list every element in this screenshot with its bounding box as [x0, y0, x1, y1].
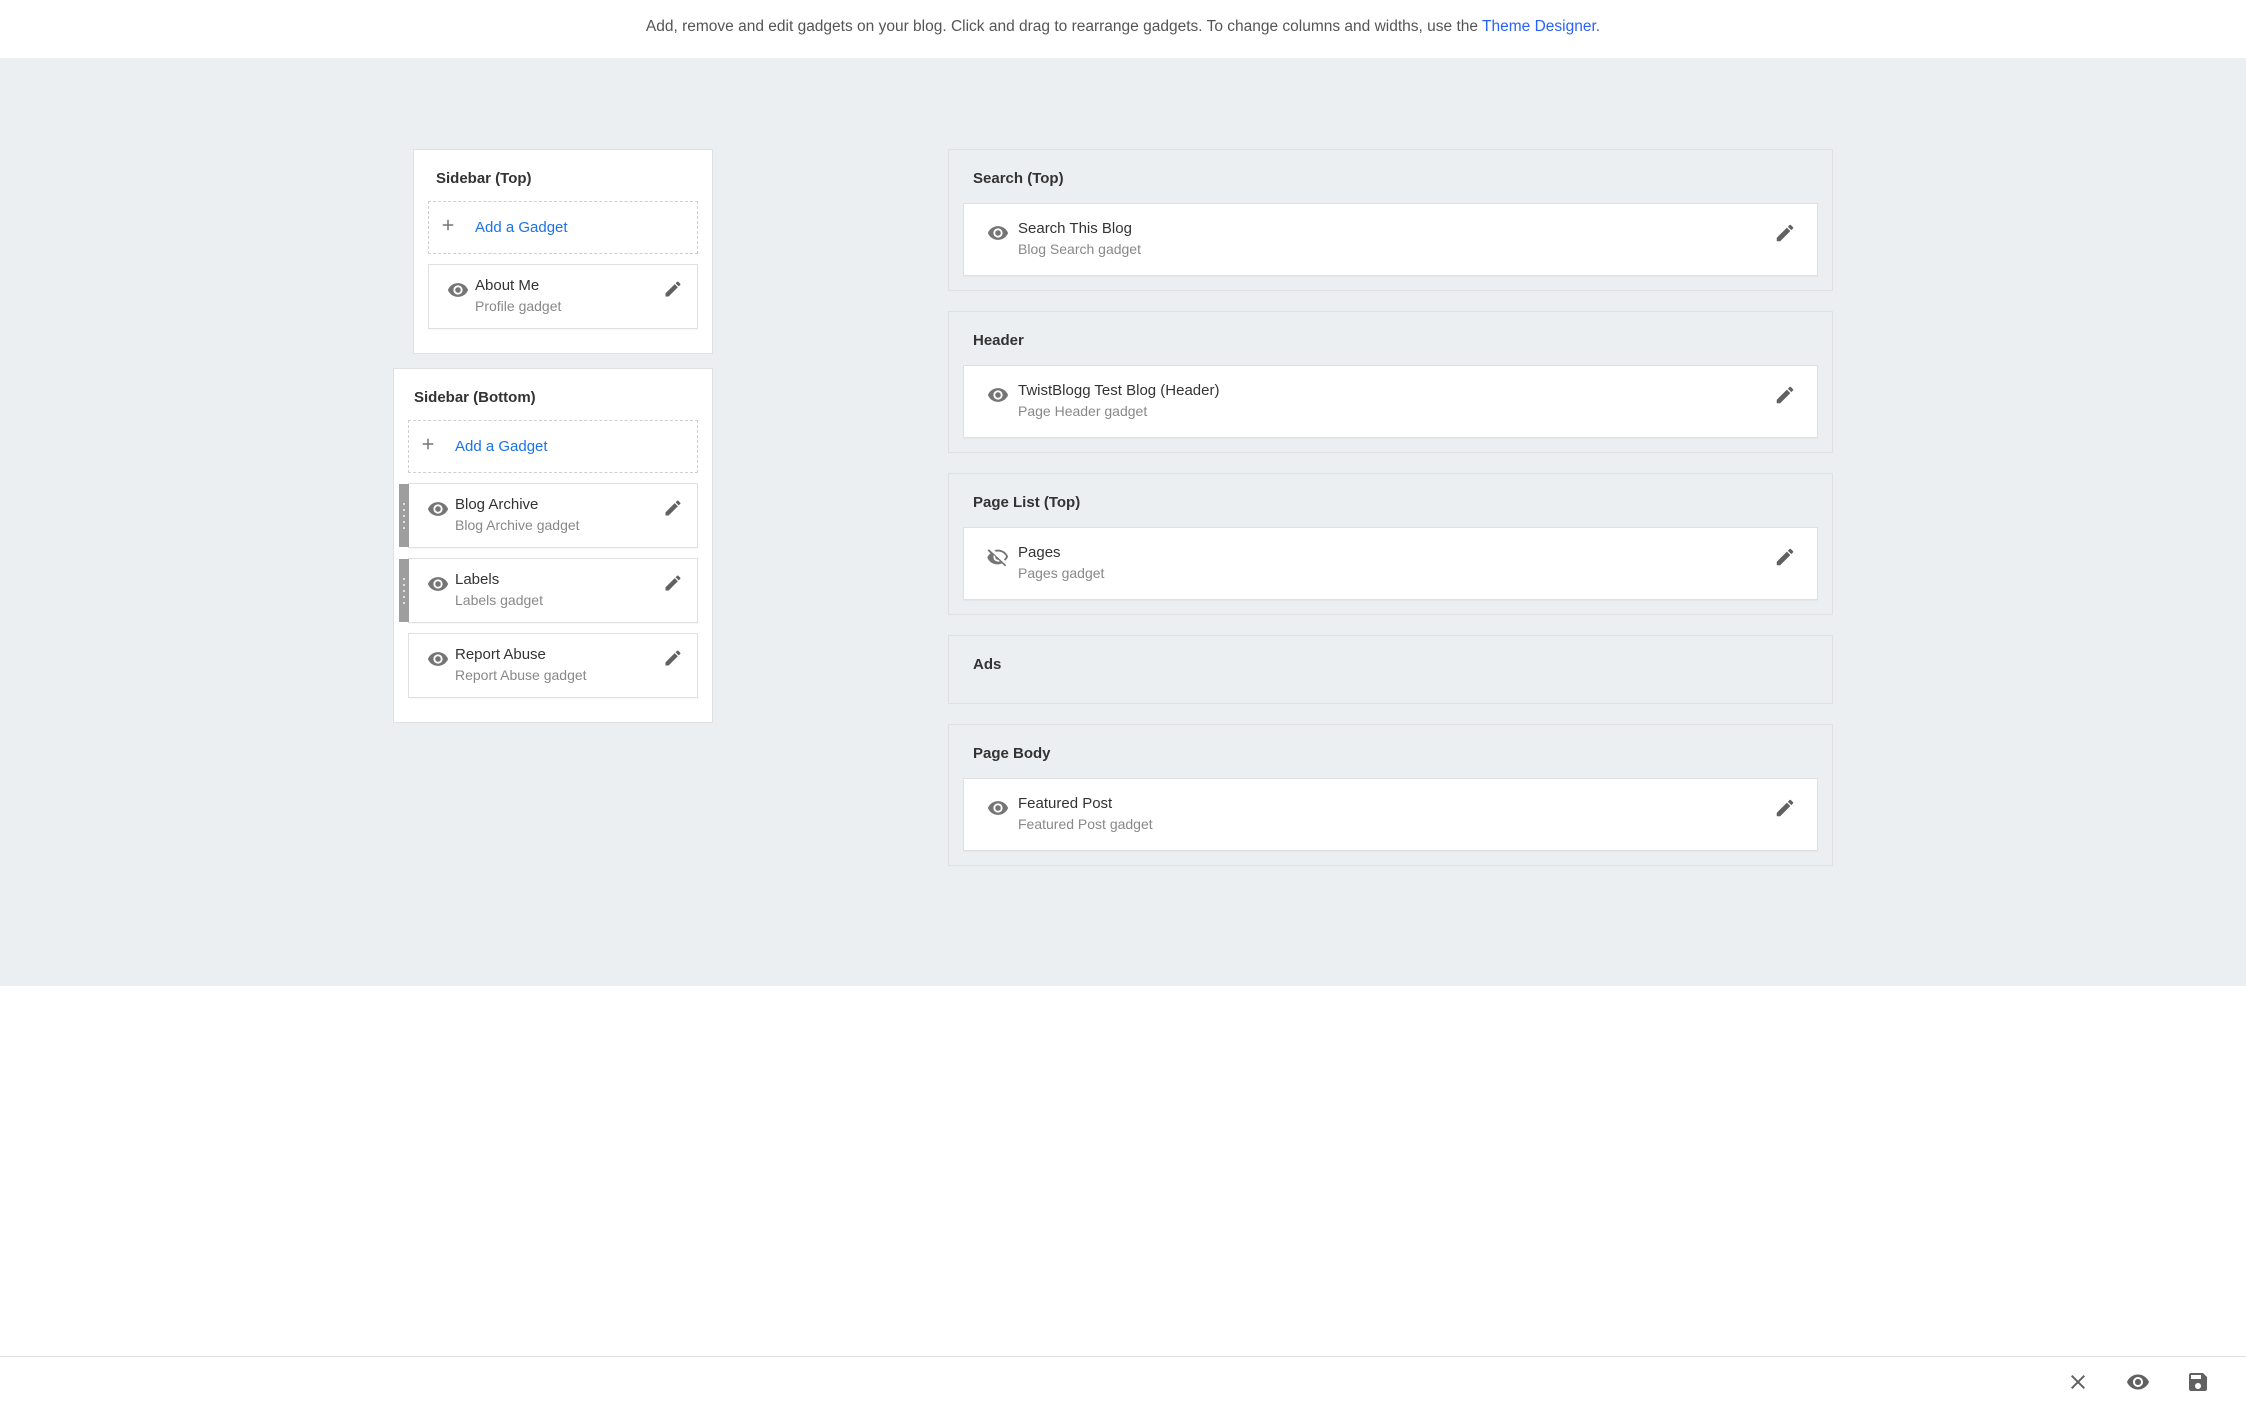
- visibility-icon-wrap: [978, 220, 1018, 249]
- left-column: Sidebar (Top) Add a Gadget About Me Prof…: [413, 149, 713, 737]
- eye-icon: [447, 279, 469, 306]
- gadget-card[interactable]: Featured Post Featured Post gadget: [963, 778, 1818, 851]
- eye-icon: [427, 573, 449, 600]
- visibility-icon-wrap: [421, 496, 455, 525]
- add-gadget-button[interactable]: Add a Gadget: [428, 201, 698, 254]
- pencil-icon: [1774, 222, 1796, 249]
- section-title: Page Body: [949, 725, 1832, 778]
- section-title: Sidebar (Top): [414, 150, 712, 201]
- edit-button[interactable]: [659, 646, 687, 673]
- gadget-card[interactable]: About Me Profile gadget: [428, 264, 698, 329]
- gadget-title: Labels: [455, 571, 659, 588]
- pencil-icon: [663, 498, 683, 523]
- footer-toolbar: [0, 1356, 2246, 1412]
- preview-button[interactable]: [2126, 1370, 2150, 1399]
- drag-handle[interactable]: [399, 484, 409, 547]
- gadget-body: Report Abuse Report Abuse gadget: [455, 646, 659, 683]
- eye-icon: [987, 222, 1009, 249]
- eye-icon: [987, 384, 1009, 411]
- eye-icon: [2126, 1381, 2150, 1398]
- visibility-icon-wrap: [441, 277, 475, 306]
- add-gadget-button[interactable]: Add a Gadget: [408, 420, 698, 473]
- gadget-title: TwistBlogg Test Blog (Header): [1018, 382, 1771, 399]
- banner-text: Add, remove and edit gadgets on your blo…: [646, 18, 1482, 35]
- gadget-card[interactable]: Search This Blog Blog Search gadget: [963, 203, 1818, 276]
- gadget-card[interactable]: Pages Pages gadget: [963, 527, 1818, 600]
- gadget-body: Featured Post Featured Post gadget: [1018, 795, 1771, 832]
- section-title: Header: [949, 312, 1832, 365]
- gadget-body: Search This Blog Blog Search gadget: [1018, 220, 1771, 257]
- gadget-subtitle: Report Abuse gadget: [455, 667, 659, 683]
- gadget-subtitle: Labels gadget: [455, 592, 659, 608]
- pencil-icon: [663, 573, 683, 598]
- edit-button[interactable]: [1771, 220, 1799, 249]
- gadget-body: About Me Profile gadget: [475, 277, 659, 314]
- gadget-body: Labels Labels gadget: [455, 571, 659, 608]
- close-icon: [2066, 1381, 2090, 1398]
- gadget-title: Featured Post: [1018, 795, 1771, 812]
- gadget-card[interactable]: Labels Labels gadget: [408, 558, 698, 623]
- gadget-body: TwistBlogg Test Blog (Header) Page Heade…: [1018, 382, 1771, 419]
- edit-button[interactable]: [1771, 795, 1799, 824]
- edit-button[interactable]: [1771, 382, 1799, 411]
- pencil-icon: [663, 279, 683, 304]
- gadget-title: About Me: [475, 277, 659, 294]
- drag-handle[interactable]: [399, 559, 409, 622]
- edit-button[interactable]: [659, 571, 687, 598]
- section-header: Header TwistBlogg Test Blog (Header) Pag…: [948, 311, 1833, 453]
- section-sidebar-top: Sidebar (Top) Add a Gadget About Me Prof…: [413, 149, 713, 354]
- section-search-top: Search (Top) Search This Blog Blog Searc…: [948, 149, 1833, 291]
- gadget-subtitle: Profile gadget: [475, 298, 659, 314]
- layout-canvas: Sidebar (Top) Add a Gadget About Me Prof…: [0, 59, 2246, 986]
- gadget-body: Pages Pages gadget: [1018, 544, 1771, 581]
- section-title: Sidebar (Bottom): [394, 369, 712, 420]
- gadget-subtitle: Pages gadget: [1018, 565, 1771, 581]
- plus-icon: [419, 435, 437, 458]
- edit-button[interactable]: [659, 496, 687, 523]
- gadget-title: Report Abuse: [455, 646, 659, 663]
- save-icon: [2186, 1381, 2210, 1398]
- pencil-icon: [1774, 384, 1796, 411]
- visibility-icon-wrap: [421, 646, 455, 675]
- gadget-subtitle: Page Header gadget: [1018, 403, 1771, 419]
- gadget-card[interactable]: Report Abuse Report Abuse gadget: [408, 633, 698, 698]
- section-sidebar-bottom: Sidebar (Bottom) Add a Gadget Blog Archi…: [393, 368, 713, 723]
- save-button[interactable]: [2186, 1370, 2210, 1399]
- visibility-icon-wrap: [421, 571, 455, 600]
- section-title: Ads: [949, 636, 1832, 689]
- section-ads: Ads: [948, 635, 1833, 704]
- edit-button[interactable]: [1771, 544, 1799, 573]
- gadget-title: Blog Archive: [455, 496, 659, 513]
- pencil-icon: [1774, 546, 1796, 573]
- edit-button[interactable]: [659, 277, 687, 304]
- section-page-body: Page Body Featured Post Featured Post ga…: [948, 724, 1833, 866]
- visibility-icon-wrap: [978, 795, 1018, 824]
- gadget-subtitle: Blog Archive gadget: [455, 517, 659, 533]
- gadget-title: Search This Blog: [1018, 220, 1771, 237]
- gadget-title: Pages: [1018, 544, 1771, 561]
- eye-off-icon: [987, 546, 1009, 573]
- gadget-card[interactable]: Blog Archive Blog Archive gadget: [408, 483, 698, 548]
- visibility-icon-wrap: [978, 544, 1018, 573]
- section-title: Search (Top): [949, 150, 1832, 203]
- section-page-list-top: Page List (Top) Pages Pages gadget: [948, 473, 1833, 615]
- eye-icon: [427, 498, 449, 525]
- plus-icon: [439, 216, 457, 239]
- gadget-body: Blog Archive Blog Archive gadget: [455, 496, 659, 533]
- add-gadget-label: Add a Gadget: [455, 438, 548, 455]
- section-title: Page List (Top): [949, 474, 1832, 527]
- pencil-icon: [1774, 797, 1796, 824]
- eye-icon: [987, 797, 1009, 824]
- eye-icon: [427, 648, 449, 675]
- right-column: Search (Top) Search This Blog Blog Searc…: [948, 149, 1833, 886]
- visibility-icon-wrap: [978, 382, 1018, 411]
- gadget-subtitle: Featured Post gadget: [1018, 816, 1771, 832]
- instructions-banner: Add, remove and edit gadgets on your blo…: [0, 0, 2246, 59]
- add-gadget-label: Add a Gadget: [475, 219, 568, 236]
- theme-designer-link[interactable]: Theme Designer.: [1482, 18, 1600, 35]
- pencil-icon: [663, 648, 683, 673]
- cancel-button[interactable]: [2066, 1370, 2090, 1399]
- gadget-card[interactable]: TwistBlogg Test Blog (Header) Page Heade…: [963, 365, 1818, 438]
- gadget-subtitle: Blog Search gadget: [1018, 241, 1771, 257]
